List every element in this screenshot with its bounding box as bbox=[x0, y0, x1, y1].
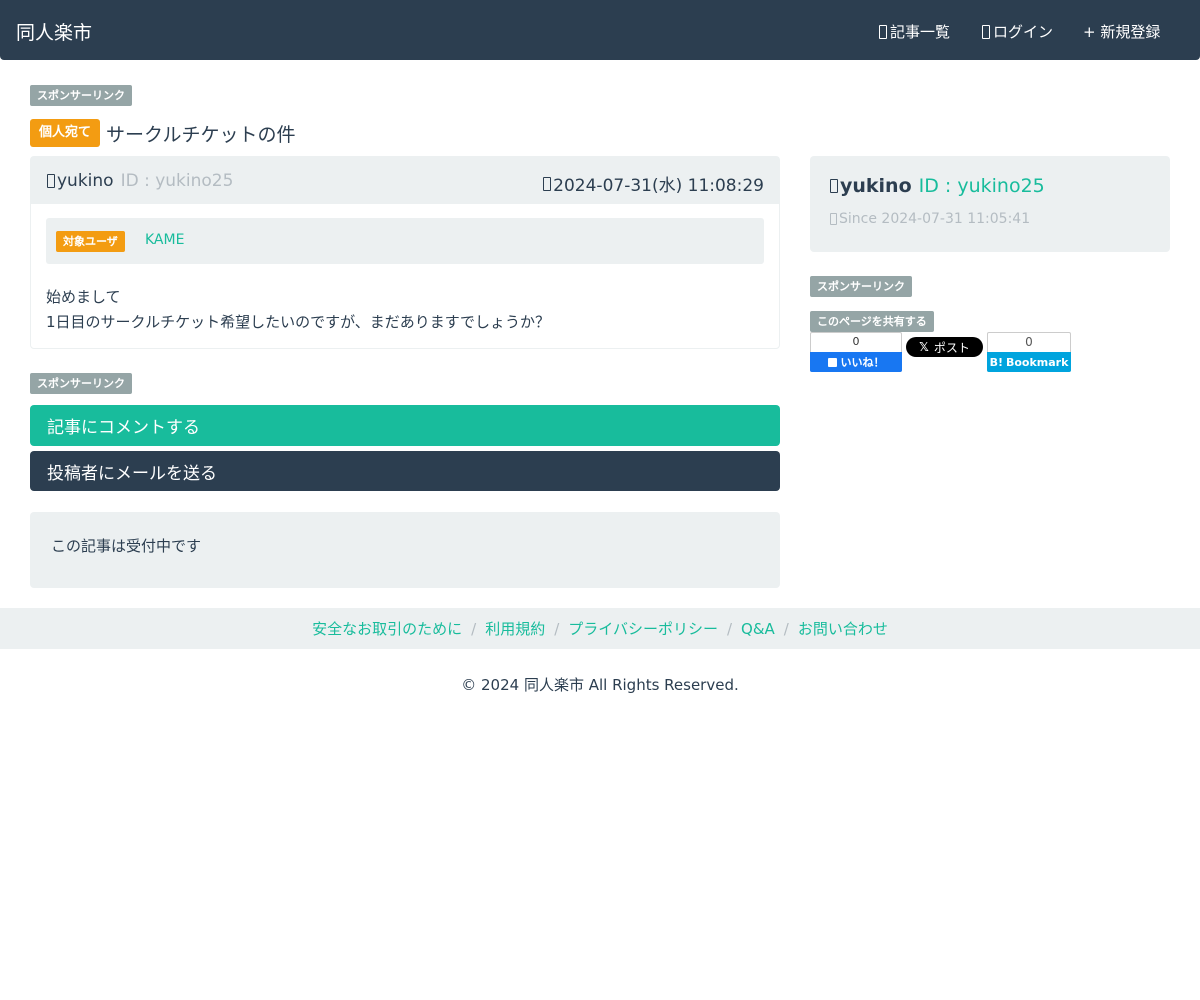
article-title-row: 個人宛て サークルチケットの件 bbox=[30, 119, 295, 147]
author-id: ID : yukino25 bbox=[120, 171, 234, 191]
mail-author-button[interactable]: 投稿者にメールを送る bbox=[30, 451, 780, 491]
category-badge: 個人宛て bbox=[30, 119, 101, 147]
nav-login-label: ログイン bbox=[993, 23, 1054, 41]
user-icon bbox=[830, 179, 838, 193]
footer-link-contact[interactable]: お問い合わせ bbox=[798, 618, 888, 639]
target-user-badge: 対象ユーザ bbox=[56, 231, 125, 252]
nav-login-link[interactable]: ログイン bbox=[982, 21, 1053, 42]
post-body-line-2: 1日目のサークルチケット希望したいのですが、まだありますでしょうか？ bbox=[46, 313, 550, 331]
hatena-bookmark-button[interactable]: B! Bookmark bbox=[987, 352, 1071, 372]
thumbs-up-icon bbox=[827, 357, 837, 367]
sponsor-badge-middle: スポンサーリンク bbox=[30, 373, 132, 394]
post-body-line-1: 始めまして bbox=[46, 288, 121, 306]
clock-icon bbox=[543, 176, 552, 191]
post-header: yukino ID : yukino25 2024-07-31(水) 11:08… bbox=[31, 157, 779, 204]
profile-since-text: Since 2024-07-31 11:05:41 bbox=[839, 211, 1031, 227]
post-date-text: 2024-07-31(水) 11:08:29 bbox=[553, 176, 764, 196]
navbar: 同人楽市 記事一覧 ログイン + 新規登録 bbox=[0, 0, 1200, 60]
facebook-like-count: 0 bbox=[852, 335, 860, 348]
nav-articles-link[interactable]: 記事一覧 bbox=[879, 21, 950, 42]
profile-since: Since 2024-07-31 11:05:41 bbox=[830, 211, 1030, 227]
profile-name-row: yukino ID : yukino25 bbox=[830, 175, 1045, 197]
footer-separator: / bbox=[554, 619, 560, 638]
x-post-button[interactable]: 𝕏 ポスト bbox=[906, 337, 983, 357]
footer-separator: / bbox=[471, 619, 477, 638]
post-author: yukino ID : yukino25 bbox=[47, 171, 233, 191]
brand-logo[interactable]: 同人楽市 bbox=[16, 18, 92, 45]
hatena-bookmark-widget: 0 B! Bookmark bbox=[987, 332, 1071, 372]
hatena-logo-icon: B! bbox=[989, 355, 1003, 369]
status-well: この記事は受付中です bbox=[30, 512, 780, 588]
profile-id[interactable]: ID : yukino25 bbox=[919, 175, 1045, 197]
facebook-like-label: いいね！ bbox=[840, 356, 885, 369]
footer-separator: / bbox=[783, 619, 789, 638]
calendar-icon bbox=[830, 213, 837, 225]
footer-link-privacy[interactable]: プライバシーポリシー bbox=[568, 618, 718, 639]
footer-links: 安全なお取引のために / 利用規約 / プライバシーポリシー / Q&A / お… bbox=[0, 608, 1200, 649]
footer-link-qa[interactable]: Q&A bbox=[741, 620, 775, 638]
share-label: このページを共有する bbox=[810, 311, 934, 332]
comment-button[interactable]: 記事にコメントする bbox=[30, 405, 780, 446]
nav-articles-label: 記事一覧 bbox=[890, 23, 951, 41]
login-icon bbox=[982, 24, 990, 39]
facebook-like-button[interactable]: いいね！ bbox=[810, 352, 902, 372]
sponsor-badge-top: スポンサーリンク bbox=[30, 85, 132, 106]
status-text: この記事は受付中です bbox=[51, 537, 202, 555]
target-user-link[interactable]: KAME bbox=[145, 232, 184, 248]
copyright: © 2024 同人楽市 All Rights Reserved. bbox=[461, 676, 739, 694]
profile-name[interactable]: yukino bbox=[840, 175, 912, 197]
nav-register-label: + 新規登録 bbox=[1083, 23, 1161, 41]
post-date: 2024-07-31(水) 11:08:29 bbox=[543, 171, 764, 196]
footer-link-terms[interactable]: 利用規約 bbox=[485, 618, 545, 639]
post-card: yukino ID : yukino25 2024-07-31(水) 11:08… bbox=[30, 156, 780, 349]
post-body: 始めまして 1日目のサークルチケット希望したいのですが、まだありますでしょうか？ bbox=[46, 285, 550, 335]
list-icon bbox=[879, 24, 887, 39]
page-title: サークルチケットの件 bbox=[106, 123, 296, 146]
hatena-bookmark-count: 0 bbox=[1025, 335, 1033, 349]
facebook-like-widget: 0 いいね！ bbox=[810, 332, 902, 372]
footer-separator: / bbox=[726, 619, 733, 638]
target-user-box: 対象ユーザ KAME bbox=[46, 218, 764, 264]
user-icon bbox=[47, 174, 55, 188]
x-logo-icon: 𝕏 bbox=[919, 340, 929, 354]
footer-link-safety[interactable]: 安全なお取引のために bbox=[312, 618, 462, 639]
nav-register-link[interactable]: + 新規登録 bbox=[1083, 21, 1160, 42]
sponsor-badge-sidebar: スポンサーリンク bbox=[810, 276, 912, 297]
author-name[interactable]: yukino bbox=[57, 171, 114, 191]
profile-card: yukino ID : yukino25 Since 2024-07-31 11… bbox=[810, 156, 1170, 252]
hatena-bookmark-label: Bookmark bbox=[1005, 355, 1069, 369]
x-post-label: ポスト bbox=[933, 340, 970, 355]
